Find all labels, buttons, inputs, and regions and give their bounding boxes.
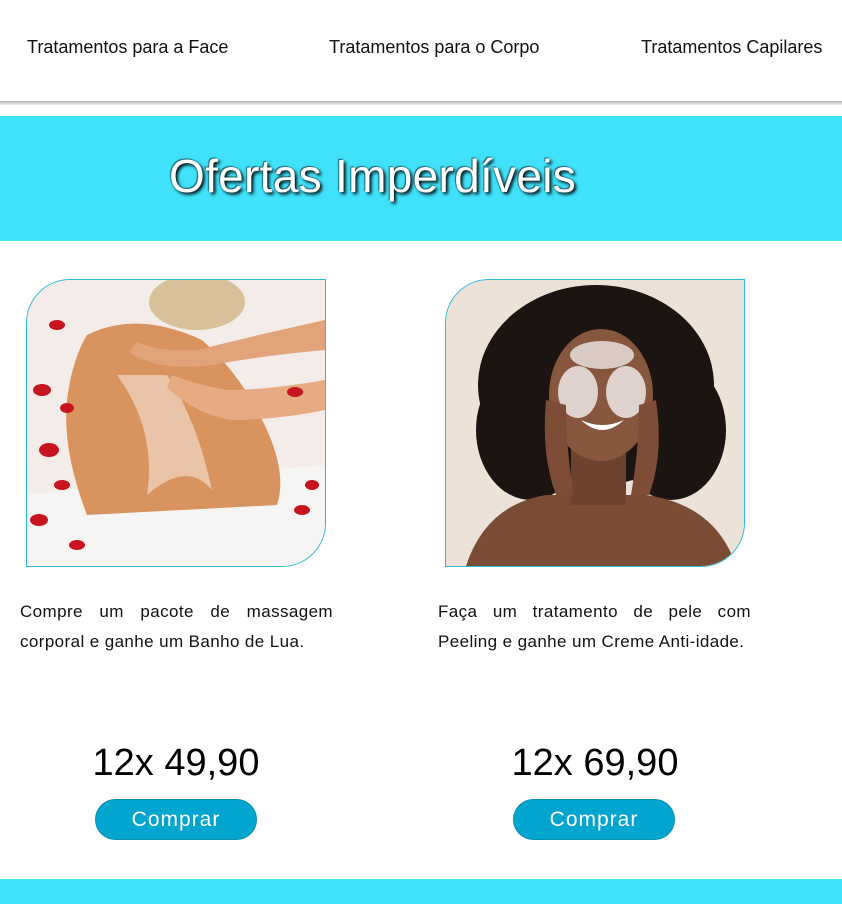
top-nav: Tratamentos para a Face Tratamentos para…	[0, 0, 842, 101]
offer-price: 12x 49,90	[92, 742, 260, 784]
offer-description: Faça um tratamento de pele com Peeling e…	[438, 602, 751, 651]
face-mask-photo	[445, 279, 745, 567]
nav-link-hair[interactable]: Tratamentos Capilares	[641, 37, 822, 58]
massage-photo	[26, 279, 326, 567]
nav-divider	[0, 101, 842, 105]
buy-button[interactable]: Comprar	[95, 799, 257, 840]
offer-description: Compre um pacote de massagem corporal e …	[20, 602, 333, 651]
nav-link-face[interactable]: Tratamentos para a Face	[27, 37, 228, 58]
buy-button[interactable]: Comprar	[513, 799, 675, 840]
footer-strip	[0, 879, 842, 904]
page-title: Ofertas Imperdíveis	[169, 150, 577, 202]
offer-price: 12x 69,90	[511, 742, 679, 784]
nav-link-body[interactable]: Tratamentos para o Corpo	[329, 37, 539, 58]
